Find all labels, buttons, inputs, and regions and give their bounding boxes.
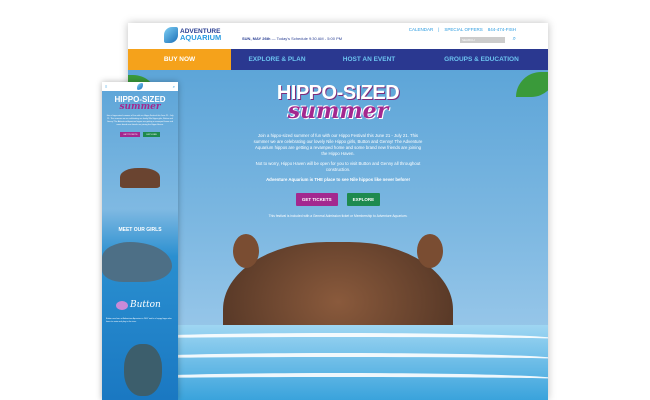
hero-subtitle: summer (287, 98, 389, 124)
divider: | (438, 27, 440, 32)
hero-paragraph: Adventure Aquarium is THE place to see N… (266, 177, 410, 182)
menu-icon[interactable]: ≡ (105, 84, 107, 89)
hippo-icon (116, 300, 128, 310)
get-tickets-button[interactable]: GET TICKETS (295, 193, 338, 206)
meet-heading: MEET OUR GIRLS (118, 227, 162, 233)
desktop-mockup: ADVENTURE AQUARIUM SUN, MAY 26th — Today'… (128, 23, 548, 400)
mobile-mockup: ≡ ⌕ HIPPO-SIZED summer Join a hippo-sized… (102, 82, 178, 400)
mobile-get-tickets-button[interactable]: GET TICKETS (120, 132, 141, 137)
special-offers-link[interactable]: SPECIAL OFFERS (444, 27, 482, 32)
main-nav: BUY NOW EXPLORE & PLAN HOST AN EVENT GRO… (128, 49, 548, 70)
mobile-subtitle: summer (119, 102, 161, 112)
hero-note: This festival is included with a General… (268, 214, 408, 218)
logo[interactable]: ADVENTURE AQUARIUM (164, 27, 221, 43)
hero-paragraph: Not to worry, Hippo Haven will be open f… (255, 161, 421, 172)
site-header: ADVENTURE AQUARIUM SUN, MAY 26th — Today'… (128, 23, 548, 49)
explore-button[interactable]: EXPLORE (346, 193, 381, 206)
mobile-explore-button[interactable]: EXPLORE (143, 132, 160, 137)
schedule-date: SUN, MAY 26th (242, 36, 271, 41)
nav-host-event[interactable]: HOST AN EVENT (323, 49, 415, 70)
search-icon[interactable]: ⌕ (513, 36, 516, 43)
hero-paragraph: Join a hippo-sized summer of fun with ou… (253, 133, 423, 156)
hippo-photo (120, 168, 160, 188)
hippo-photo (102, 242, 172, 282)
hippo-photo (124, 344, 162, 396)
nav-explore-plan[interactable]: EXPLORE & PLAN (231, 49, 323, 70)
water-waves (128, 325, 548, 400)
logo-line2: AQUARIUM (180, 33, 222, 42)
hero: HIPPO-SIZED summer Join a hippo-sized su… (128, 70, 548, 400)
mobile-copy: Join a hippo-sized summer of fun with ou… (106, 115, 174, 126)
nav-groups-education[interactable]: GROUPS & EDUCATION (415, 49, 548, 70)
schedule: SUN, MAY 26th — Today's Schedule 9:30 AM… (242, 36, 342, 41)
calendar-link[interactable]: CALENDAR (409, 27, 434, 32)
logo[interactable] (137, 83, 144, 90)
button-heading: Button (130, 300, 161, 310)
hero-copy: Join a hippo-sized summer of fun with ou… (253, 133, 423, 187)
search-input[interactable]: SEARCH (460, 37, 505, 43)
phone-link[interactable]: 844-474-FISH (488, 27, 516, 32)
button-text: Button was born at Adventure Aquarium in… (106, 318, 172, 323)
schedule-text: — Today's Schedule 9:30 AM - 5:00 PM (271, 36, 343, 41)
search-icon[interactable]: ⌕ (173, 84, 175, 89)
nav-buy-now[interactable]: BUY NOW (128, 49, 231, 70)
sail-logo-icon (164, 27, 178, 43)
